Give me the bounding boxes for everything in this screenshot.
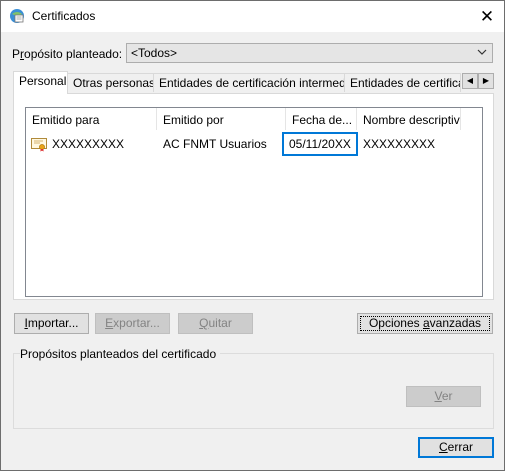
close-button[interactable]: Cerrar (418, 437, 494, 458)
certificate-icon (31, 138, 47, 152)
cell-expiration-date: 05/11/20XX (282, 132, 358, 156)
certificate-window-icon (10, 9, 24, 23)
tab-certification-authorities[interactable]: Entidades de certificaci (344, 73, 461, 92)
window-title: Certificados (32, 9, 96, 23)
table-row[interactable]: XXXXXXXXX AC FNMT Usuarios 05/11/20XX XX… (26, 132, 482, 156)
advanced-options-button[interactable]: Opciones avanzadas (357, 313, 493, 334)
list-header: Emitido para Emitido por Fecha de... Nom… (26, 108, 482, 131)
column-friendly-name[interactable]: Nombre descriptivo (357, 108, 461, 130)
tab-personal[interactable]: Personal (13, 71, 68, 94)
cell-issued-to: XXXXXXXXX (52, 137, 125, 151)
certificate-store-tabs: Personal Otras personas Entidades de cer… (13, 71, 494, 94)
tab-certification-authorities-label: Entidades de certificaci (350, 76, 460, 90)
close-icon: ✕ (479, 7, 495, 26)
chevron-right-icon: ▶ (482, 76, 490, 85)
tab-other-people[interactable]: Otras personas (67, 73, 154, 92)
certificates-dialog: Certificados ✕ Propósito planteado: <Tod… (0, 0, 505, 471)
tab-intermediate-cas-label: Entidades de certificación intermedias (159, 76, 345, 90)
tab-scroll-right-button[interactable]: ▶ (478, 73, 494, 89)
purpose-select-value: <Todos> (131, 46, 178, 60)
tab-personal-label: Personal (19, 74, 67, 88)
tab-other-people-label: Otras personas (73, 76, 154, 90)
cell-friendly-name: XXXXXXXXX (363, 137, 436, 151)
tab-intermediate-cas[interactable]: Entidades de certificación intermedias (153, 73, 345, 92)
purpose-label: Propósito planteado: (12, 47, 123, 61)
column-issued-to[interactable]: Emitido para (26, 108, 157, 130)
tab-scroll-left-button[interactable]: ◀ (462, 73, 478, 89)
chevron-down-icon (477, 49, 487, 55)
certificate-list[interactable]: Emitido para Emitido por Fecha de... Nom… (25, 107, 483, 297)
export-button[interactable]: Exportar... (95, 313, 170, 334)
chevron-left-icon: ◀ (466, 76, 474, 85)
cell-issued-by: AC FNMT Usuarios (163, 137, 267, 151)
column-expiration-date[interactable]: Fecha de... (286, 108, 357, 130)
purpose-select[interactable]: <Todos> (126, 43, 493, 63)
certificate-purposes-title: Propósitos planteados del certificado (20, 347, 221, 361)
view-button[interactable]: Ver (406, 386, 481, 407)
import-button[interactable]: Importar... (14, 313, 89, 334)
title-bar[interactable]: Certificados ✕ (1, 1, 504, 32)
remove-button[interactable]: Quitar (178, 313, 253, 334)
close-window-button[interactable]: ✕ (470, 1, 504, 32)
column-issued-by[interactable]: Emitido por (157, 108, 286, 130)
